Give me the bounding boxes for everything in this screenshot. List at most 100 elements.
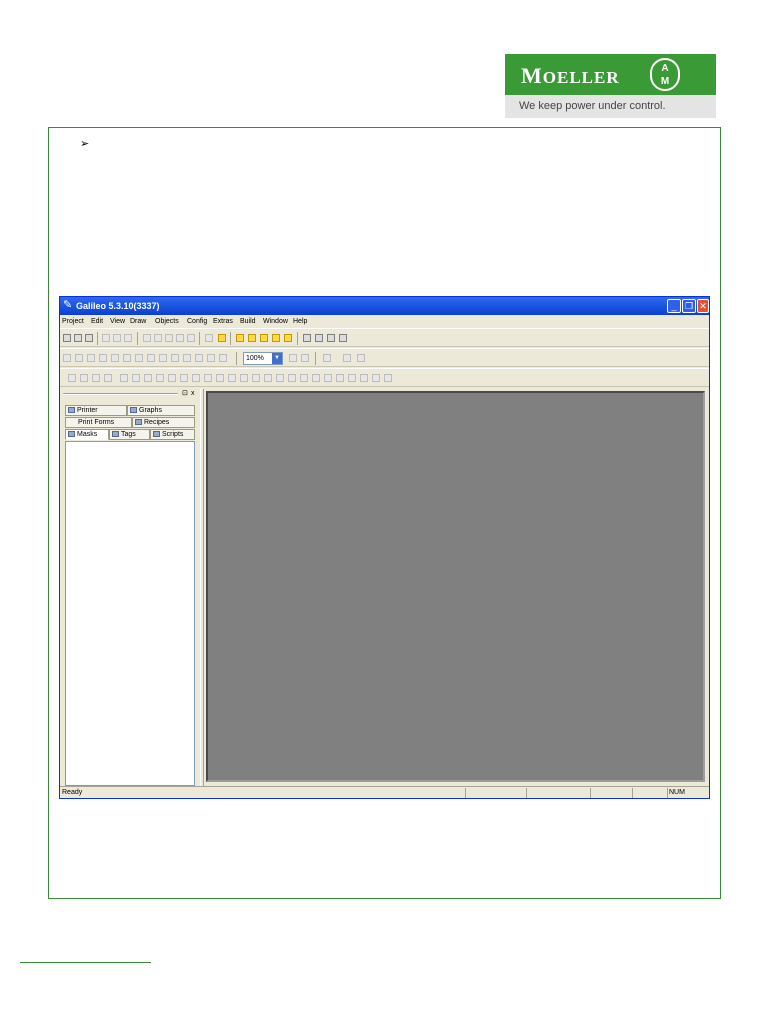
- arrow-up-icon[interactable]: [343, 354, 351, 362]
- align-right-icon[interactable]: [87, 354, 95, 362]
- build-icon[interactable]: [236, 334, 244, 342]
- copy-icon[interactable]: [154, 334, 162, 342]
- alarm-icon[interactable]: [288, 374, 296, 382]
- snap-icon[interactable]: [207, 354, 215, 362]
- layer-icon[interactable]: [219, 354, 227, 362]
- title-bar[interactable]: ✎ Galileo 5.3.10(3337) _ ❐ ✕: [60, 297, 709, 315]
- zoom-select[interactable]: 100% ▼: [243, 352, 283, 365]
- close-project-icon[interactable]: [85, 334, 93, 342]
- transfer-icon[interactable]: [327, 334, 335, 342]
- undo-icon[interactable]: [176, 334, 184, 342]
- panel-grip[interactable]: [63, 393, 178, 395]
- arrow-down-icon[interactable]: [357, 354, 365, 362]
- save-icon[interactable]: [113, 334, 121, 342]
- close-button[interactable]: ✕: [697, 299, 709, 313]
- tab-tags[interactable]: Tags: [109, 429, 150, 440]
- chevron-down-icon[interactable]: ▼: [272, 353, 282, 364]
- moeller-logo: MOELLER AM We keep power under control.: [505, 54, 716, 118]
- settings-icon[interactable]: [339, 334, 347, 342]
- tab-scripts[interactable]: Scripts: [150, 429, 195, 440]
- mdi-workspace[interactable]: [206, 391, 705, 782]
- panel-header: ⊡ x: [60, 389, 200, 399]
- button-icon[interactable]: [240, 374, 248, 382]
- print-icon[interactable]: [205, 334, 213, 342]
- wire-icon[interactable]: [384, 374, 392, 382]
- warning-icon[interactable]: [248, 334, 256, 342]
- align-left-icon[interactable]: [63, 354, 71, 362]
- bargraph-icon[interactable]: [180, 374, 188, 382]
- pointer-icon[interactable]: [68, 374, 76, 382]
- display-icon[interactable]: [315, 334, 323, 342]
- gauge-icon[interactable]: [300, 374, 308, 382]
- menu-config[interactable]: Config: [187, 316, 207, 327]
- tab-print-forms[interactable]: Print Forms: [65, 417, 132, 428]
- paste-icon[interactable]: [165, 334, 173, 342]
- fit-icon[interactable]: [289, 354, 297, 362]
- clock-icon[interactable]: [312, 374, 320, 382]
- download-icon[interactable]: [260, 334, 268, 342]
- rectangle-icon[interactable]: [80, 374, 88, 382]
- list-icon[interactable]: [252, 374, 260, 382]
- cut-icon[interactable]: [143, 334, 151, 342]
- same-size-icon[interactable]: [159, 354, 167, 362]
- table-icon[interactable]: [336, 374, 344, 382]
- recipe-icon[interactable]: [324, 374, 332, 382]
- tab-recipes[interactable]: Recipes: [132, 417, 195, 428]
- help-icon[interactable]: [218, 334, 226, 342]
- simulate-icon[interactable]: [303, 334, 311, 342]
- status-text: Ready: [62, 789, 83, 796]
- image-icon[interactable]: [264, 374, 272, 382]
- menu-objects[interactable]: Objects: [155, 316, 179, 327]
- divider-icon[interactable]: [204, 374, 212, 382]
- level-icon[interactable]: [192, 374, 200, 382]
- grid-icon[interactable]: [195, 354, 203, 362]
- space-down-icon[interactable]: [183, 354, 191, 362]
- field-icon[interactable]: [228, 374, 236, 382]
- align-middle-icon[interactable]: [111, 354, 119, 362]
- menu-view[interactable]: View: [110, 316, 125, 327]
- open-project-icon[interactable]: [74, 334, 82, 342]
- line-icon[interactable]: [104, 374, 112, 382]
- panel-close-icon[interactable]: x: [191, 389, 195, 398]
- diamond-icon[interactable]: [156, 374, 164, 382]
- link-icon[interactable]: [372, 374, 380, 382]
- tab-graphs[interactable]: Graphs: [127, 405, 195, 416]
- same-width-icon[interactable]: [135, 354, 143, 362]
- same-height-icon[interactable]: [147, 354, 155, 362]
- redo-icon[interactable]: [187, 334, 195, 342]
- minimize-button[interactable]: _: [667, 299, 681, 313]
- restore-button[interactable]: ❐: [682, 299, 696, 313]
- masks-tree[interactable]: [65, 441, 195, 786]
- open-icon[interactable]: [102, 334, 110, 342]
- group-icon[interactable]: [360, 374, 368, 382]
- text-icon[interactable]: [216, 374, 224, 382]
- zoom-area-icon[interactable]: [301, 354, 309, 362]
- pin-icon[interactable]: [323, 354, 331, 362]
- tab-printer[interactable]: Printer: [65, 405, 127, 416]
- circle-icon[interactable]: [144, 374, 152, 382]
- panel-splitter[interactable]: [200, 389, 204, 786]
- align-center-icon[interactable]: [75, 354, 83, 362]
- menu-extras[interactable]: Extras: [213, 316, 233, 327]
- align-top-icon[interactable]: [99, 354, 107, 362]
- new-project-icon[interactable]: [63, 334, 71, 342]
- menu-draw[interactable]: Draw: [130, 316, 146, 327]
- align-bottom-icon[interactable]: [123, 354, 131, 362]
- upload-icon[interactable]: [272, 334, 280, 342]
- space-across-icon[interactable]: [171, 354, 179, 362]
- menu-build[interactable]: Build: [240, 316, 256, 327]
- save-all-icon[interactable]: [124, 334, 132, 342]
- chart-icon[interactable]: [348, 374, 356, 382]
- menu-help[interactable]: Help: [293, 316, 307, 327]
- polygon-icon[interactable]: [92, 374, 100, 382]
- trend-icon[interactable]: [276, 374, 284, 382]
- menu-window[interactable]: Window: [263, 316, 288, 327]
- filled-rect-icon[interactable]: [120, 374, 128, 382]
- tab-masks[interactable]: Masks: [65, 429, 109, 440]
- bitmap-icon[interactable]: [168, 374, 176, 382]
- menu-project[interactable]: Project: [62, 316, 84, 327]
- ellipse-icon[interactable]: [132, 374, 140, 382]
- panel-dock-icon[interactable]: ⊡: [182, 389, 188, 398]
- edit-icon[interactable]: [284, 334, 292, 342]
- menu-edit[interactable]: Edit: [91, 316, 103, 327]
